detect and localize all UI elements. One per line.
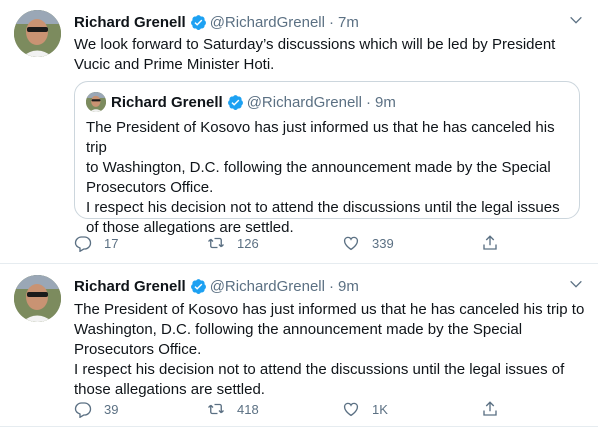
like-button[interactable]: 1K bbox=[342, 399, 388, 419]
chevron-down-icon[interactable] bbox=[568, 12, 584, 28]
separator-dot: · bbox=[328, 13, 334, 31]
retweet-button[interactable]: 418 bbox=[207, 399, 259, 419]
retweet-icon bbox=[208, 403, 224, 415]
reply-count: 17 bbox=[104, 235, 119, 251]
tweet-header: Richard Grenell @RichardGrenell · 9m bbox=[74, 275, 359, 297]
chevron-down-icon[interactable] bbox=[568, 276, 584, 292]
verified-badge-icon bbox=[227, 94, 244, 111]
author-name: Richard Grenell bbox=[111, 94, 223, 111]
retweet-count: 418 bbox=[237, 401, 259, 417]
retweet-button[interactable]: 126 bbox=[207, 233, 259, 253]
tweet[interactable]: Richard Grenell @RichardGrenell · 9m The… bbox=[0, 264, 598, 427]
action-bar: 17 126 339 bbox=[74, 233, 514, 253]
reply-button[interactable]: 39 bbox=[74, 399, 118, 419]
reply-count: 39 bbox=[104, 401, 119, 417]
avatar[interactable] bbox=[14, 10, 61, 57]
like-icon bbox=[343, 236, 359, 251]
timestamp: 9m bbox=[374, 94, 396, 111]
quote-text: The President of Kosovo has just informe… bbox=[86, 119, 560, 236]
share-icon bbox=[483, 401, 497, 416]
author-name[interactable]: Richard Grenell bbox=[74, 278, 186, 295]
reply-button[interactable]: 17 bbox=[74, 233, 118, 253]
author-handle[interactable]: @RichardGrenell bbox=[210, 278, 325, 295]
timestamp[interactable]: 9m bbox=[338, 278, 359, 295]
reply-icon bbox=[74, 402, 92, 418]
author-handle: @RichardGrenell bbox=[246, 94, 362, 111]
quote-header: Richard Grenell @RichardGrenell · 9m bbox=[111, 92, 396, 113]
tweet-text: We look forward to Saturday’s discussion… bbox=[74, 36, 556, 73]
author-handle[interactable]: @RichardGrenell bbox=[210, 14, 325, 31]
retweet-count: 126 bbox=[237, 235, 259, 251]
like-count: 339 bbox=[372, 235, 394, 251]
share-icon bbox=[483, 235, 497, 250]
like-button[interactable]: 339 bbox=[342, 233, 394, 253]
verified-badge-icon bbox=[190, 14, 207, 31]
share-button[interactable] bbox=[481, 399, 511, 419]
like-icon bbox=[343, 402, 359, 417]
timestamp[interactable]: 7m bbox=[338, 14, 359, 31]
tweet[interactable]: Richard Grenell @RichardGrenell · 7m We … bbox=[0, 0, 598, 264]
verified-badge-icon bbox=[190, 278, 207, 295]
share-button[interactable] bbox=[481, 233, 511, 253]
tweet-text: The President of Kosovo has just informe… bbox=[74, 301, 585, 398]
quoted-tweet[interactable]: Richard Grenell @RichardGrenell · 9m The… bbox=[74, 81, 580, 236]
action-bar: 39 418 1K bbox=[74, 399, 514, 419]
retweet-icon bbox=[208, 237, 224, 249]
separator-dot: · bbox=[365, 94, 371, 111]
reply-icon bbox=[74, 236, 92, 252]
separator-dot: · bbox=[328, 277, 334, 295]
author-name[interactable]: Richard Grenell bbox=[74, 14, 186, 31]
tweet-header: Richard Grenell @RichardGrenell · 7m bbox=[74, 11, 359, 33]
avatar[interactable] bbox=[14, 275, 61, 322]
avatar bbox=[86, 92, 106, 112]
like-count: 1K bbox=[372, 401, 388, 417]
